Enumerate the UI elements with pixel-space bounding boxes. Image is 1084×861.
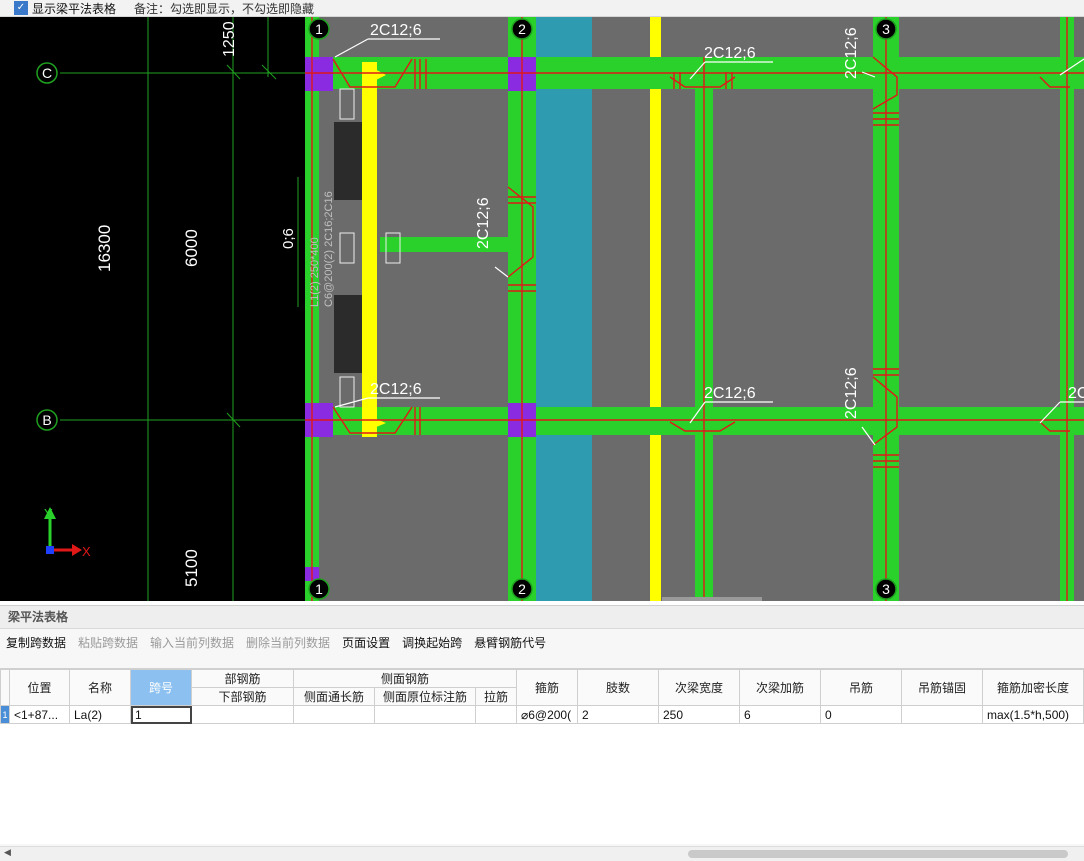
dim-5100: 5100	[182, 549, 201, 587]
rebar-label-bottom-left: 2C12;6	[370, 381, 422, 398]
axis-bubble-b: B	[36, 409, 58, 431]
scrollbar-thumb[interactable]	[688, 850, 1068, 858]
delete-column-button[interactable]: 删除当前列数据	[246, 634, 330, 651]
beam-annotation-name: L1(2) 250*400	[309, 237, 321, 307]
axis-bubble-c: C	[36, 62, 58, 84]
rebar-label-top-mid: 2C12;6	[704, 45, 756, 62]
rebar-label-vert-right-top: 2C12;6	[843, 27, 860, 79]
beam-table[interactable]: 位置 名称 跨号 部钢筋 侧面钢筋 箍筋 肢数 次梁宽度 次梁加筋 吊筋 吊筋锚…	[0, 668, 1084, 844]
beam-table-panel: 梁平法表格 复制跨数据 粘贴跨数据 输入当前列数据 删除当前列数据 页面设置 调…	[0, 605, 1084, 861]
cad-canvas[interactable]: 1250 16300 6000 5100 0;6 C B Y X 2C12;6 …	[0, 17, 1084, 601]
axis-label-3-top: 3	[882, 21, 890, 37]
ucs-x: X	[82, 544, 91, 559]
options-bar: ✓ 显示梁平法表格 备注：勾选即显示，不勾选即隐藏	[0, 0, 1084, 17]
col-position[interactable]: 位置	[9, 669, 70, 706]
col-stirrup[interactable]: 箍筋	[516, 669, 578, 706]
input-column-button[interactable]: 输入当前列数据	[150, 634, 234, 651]
cell-hanger[interactable]: 0	[820, 705, 902, 724]
axis-label-2-top: 2	[518, 21, 526, 37]
cell-stirrup[interactable]: ⌀6@200(	[516, 705, 578, 724]
cell-legs[interactable]: 2	[577, 705, 659, 724]
rebar-label-bottom-mid: 2C12;6	[704, 385, 756, 402]
panel-title: 梁平法表格	[0, 606, 1084, 629]
cell-side-through[interactable]	[293, 705, 375, 724]
col-span-no[interactable]: 跨号	[130, 669, 192, 706]
col-side-original[interactable]: 侧面原位标注筋	[374, 687, 476, 706]
cell-side-original[interactable]	[374, 705, 476, 724]
col-sec-width[interactable]: 次梁宽度	[658, 669, 740, 706]
cell-position[interactable]: <1+87...	[9, 705, 70, 724]
ucs-y: Y	[44, 506, 53, 521]
copy-span-button[interactable]: 复制跨数据	[6, 634, 66, 651]
row-index: 1	[0, 705, 10, 724]
col-tie[interactable]: 拉筋	[475, 687, 517, 706]
cell-dense-length[interactable]: max(1.5*h,500)	[982, 705, 1084, 724]
scroll-left-icon[interactable]: ◀	[4, 847, 11, 858]
col-legs[interactable]: 肢数	[577, 669, 659, 706]
svg-text:B: B	[42, 412, 51, 428]
swap-start-span-button[interactable]: 调换起始跨	[402, 634, 462, 651]
col-bottom-rebar[interactable]: 下部钢筋	[191, 687, 294, 706]
rebar-label-vert-mid: 2C12;6	[475, 197, 492, 249]
col-side-group: 侧面钢筋	[293, 669, 517, 688]
col-sec-add[interactable]: 次梁加筋	[739, 669, 821, 706]
axis-label-3-bottom: 3	[882, 581, 890, 597]
cell-span-no[interactable]: 1	[130, 705, 192, 724]
horizontal-scrollbar[interactable]: ◀	[0, 846, 1084, 861]
panel-toolbar: 复制跨数据 粘贴跨数据 输入当前列数据 删除当前列数据 页面设置 调换起始跨 悬…	[0, 629, 1084, 655]
axis-label-2-bottom: 2	[518, 581, 526, 597]
cell-sec-width[interactable]: 250	[658, 705, 740, 724]
cell-tie[interactable]	[475, 705, 517, 724]
beam-annotation-stirrup: C6@200(2) 2C16;2C16	[323, 191, 335, 307]
cell-sec-add[interactable]: 6	[739, 705, 821, 724]
highlight-beam-right	[650, 17, 661, 601]
cell-name[interactable]: La(2)	[69, 705, 131, 724]
note-text: 备注：勾选即显示，不勾选即隐藏	[134, 1, 315, 16]
col-name[interactable]: 名称	[69, 669, 131, 706]
col-hanger[interactable]: 吊筋	[820, 669, 902, 706]
axis-label-1-bottom: 1	[315, 581, 323, 597]
rebar-label-top-left: 2C12;6	[370, 22, 422, 39]
svg-text:C: C	[42, 65, 52, 81]
page-setup-button[interactable]: 页面设置	[342, 634, 390, 651]
col-hanger-anchor[interactable]: 吊筋锚固	[901, 669, 983, 706]
show-table-label[interactable]: 显示梁平法表格	[32, 0, 116, 17]
rebar-label-bottom-edge: 2C	[1068, 385, 1084, 402]
slab-area	[305, 17, 1084, 601]
dim-1250: 1250	[221, 21, 238, 57]
cell-hanger-anchor[interactable]	[901, 705, 983, 724]
splitter-handle[interactable]	[662, 597, 762, 601]
paste-span-button[interactable]: 粘贴跨数据	[78, 634, 138, 651]
rebar-label-vert-right-bottom: 2C12;6	[843, 367, 860, 419]
dim-16300: 16300	[95, 225, 114, 272]
cell-bottom-rebar[interactable]	[191, 705, 294, 724]
dim-6000: 6000	[182, 229, 201, 267]
table-row[interactable]: 1 <1+87... La(2) 1 ⌀6@200( 2 250 6 0 max…	[0, 705, 1084, 724]
show-table-checkbox[interactable]: ✓	[14, 1, 28, 15]
axis-label-1-top: 1	[315, 21, 323, 37]
col-dense-length[interactable]: 箍筋加密长度	[982, 669, 1084, 706]
cantilever-code-button[interactable]: 悬臂钢筋代号	[474, 634, 546, 651]
dim-06: 0;6	[280, 228, 297, 249]
col-side-through[interactable]: 侧面通长筋	[293, 687, 375, 706]
col-bottom-group: 部钢筋	[191, 669, 294, 688]
corner-cell	[0, 669, 10, 706]
